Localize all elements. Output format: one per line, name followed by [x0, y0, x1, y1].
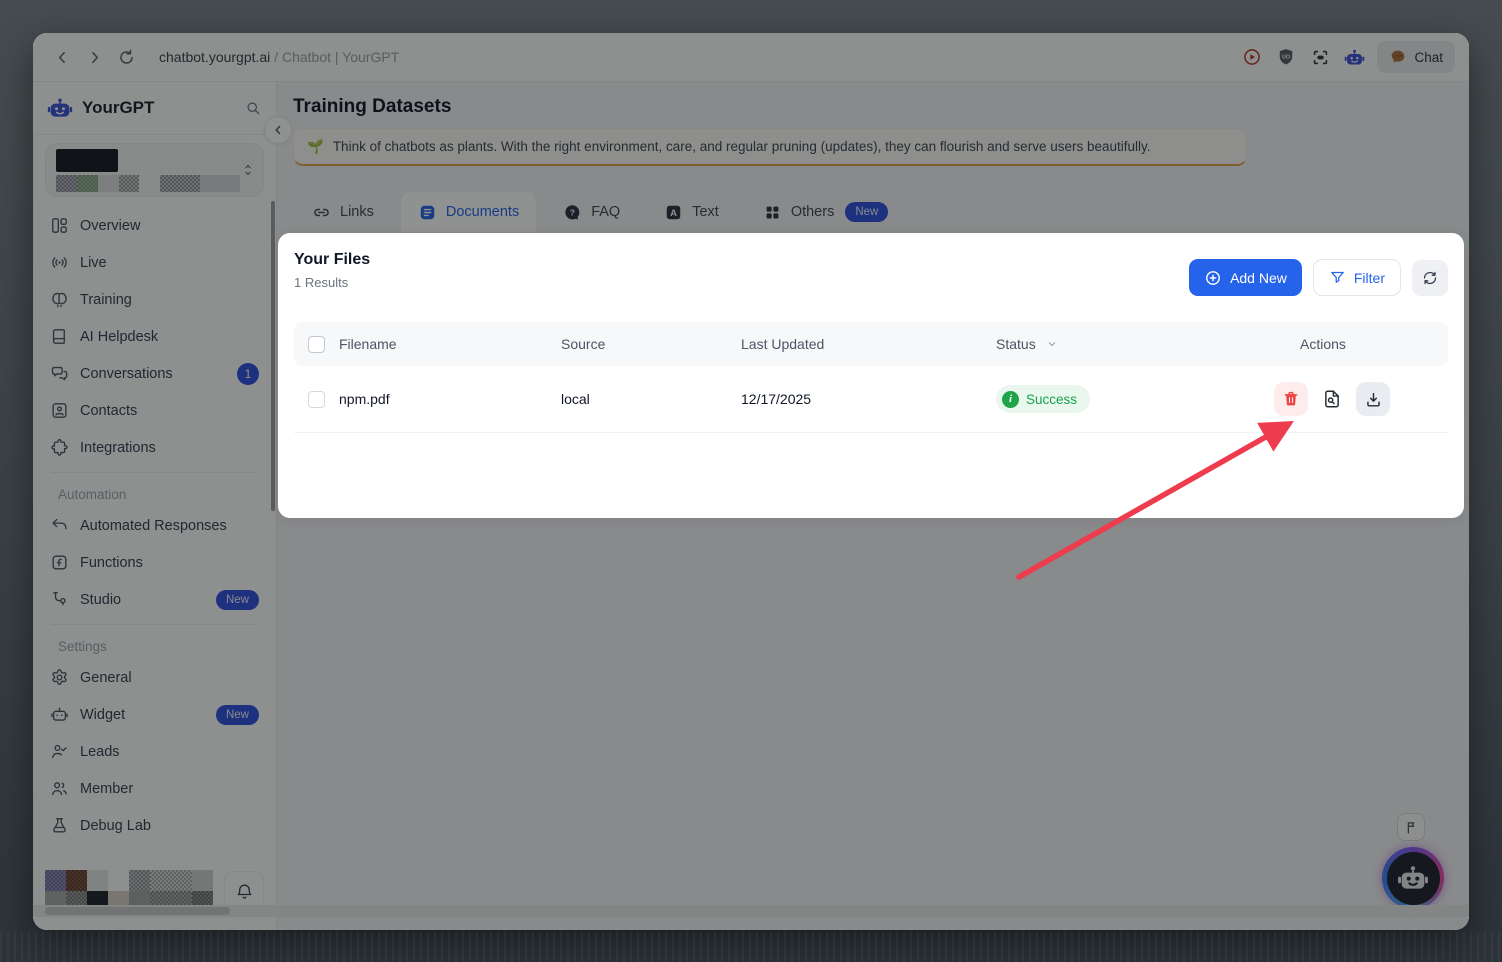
col-last-updated: Last Updated	[741, 336, 996, 352]
col-actions: Actions	[1274, 336, 1448, 352]
card-title: Your Files	[294, 251, 370, 269]
plus-circle-icon	[1204, 269, 1222, 287]
table-header-row: Filename Source Last Updated Status Acti…	[294, 322, 1448, 366]
file-search-icon	[1321, 388, 1343, 410]
cell-filename: npm.pdf	[339, 391, 561, 407]
desktop-texture	[0, 932, 1502, 962]
download-icon	[1364, 390, 1383, 409]
select-all-checkbox[interactable]	[308, 336, 325, 353]
col-status[interactable]: Status	[996, 336, 1274, 352]
status-badge: i Success	[996, 385, 1090, 413]
col-source: Source	[561, 336, 741, 352]
refresh-button[interactable]	[1412, 260, 1448, 296]
delete-file-button[interactable]	[1274, 382, 1308, 416]
table-row: npm.pdf local 12/17/2025 i Success	[294, 366, 1448, 433]
add-new-button[interactable]: Add New	[1189, 259, 1302, 296]
download-file-button[interactable]	[1356, 382, 1390, 416]
cell-last-updated: 12/17/2025	[741, 391, 996, 407]
files-table: Filename Source Last Updated Status Acti…	[294, 322, 1448, 433]
refresh-icon	[1421, 269, 1439, 287]
desktop: { "colors":{"primary":"#2563eb","badge_b…	[0, 0, 1502, 962]
row-checkbox[interactable]	[308, 391, 325, 408]
filter-button[interactable]: Filter	[1313, 259, 1401, 296]
chevron-down-icon	[1045, 337, 1059, 351]
browser-window: chatbot.yourgpt.ai / Chatbot | YourGPT U…	[33, 33, 1469, 930]
preview-file-button[interactable]	[1317, 382, 1347, 416]
your-files-card: Your Files 1 Results Add New Filter	[278, 233, 1464, 518]
col-filename: Filename	[339, 336, 561, 352]
cell-source: local	[561, 391, 741, 407]
trash-icon	[1282, 390, 1300, 408]
results-count: 1 Results	[294, 275, 370, 290]
info-icon: i	[1002, 391, 1019, 408]
funnel-icon	[1329, 269, 1346, 286]
